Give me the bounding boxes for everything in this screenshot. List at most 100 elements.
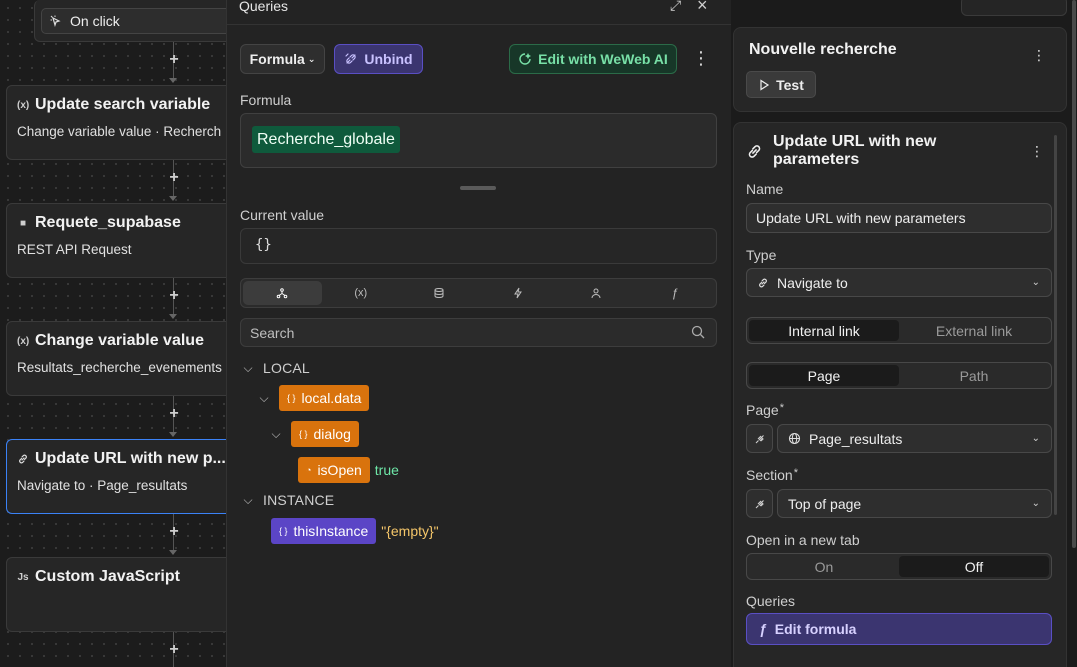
queries-label: Queries: [746, 593, 796, 609]
tree-section-local[interactable]: ⌵ LOCAL: [241, 360, 310, 376]
chevron-down-icon: ⌄: [307, 53, 316, 64]
option-off[interactable]: Off: [899, 556, 1049, 577]
top-card: [961, 0, 1067, 16]
variable-chip[interactable]: { } thisInstance: [271, 518, 377, 544]
plug-icon: [755, 499, 764, 508]
close-icon[interactable]: ×: [697, 0, 708, 16]
ai-sparkle-icon: [519, 53, 532, 65]
formula-editor[interactable]: Recherche_globale: [240, 113, 717, 168]
workflow-card-change-variable[interactable]: (x) Change variable value Resultats_reche…: [6, 321, 226, 396]
section-label: INSTANCE: [263, 492, 335, 508]
object-icon: { }: [279, 526, 288, 536]
section-label: Section*: [746, 467, 798, 483]
workflow-canvas[interactable]: On click + (x) Update search variable Cha…: [0, 0, 226, 667]
connector-arrow: [169, 78, 177, 83]
more-options-icon[interactable]: ⋮: [1032, 47, 1046, 64]
tree-node-local-data[interactable]: ⌵ { } local.data: [257, 385, 370, 411]
workflow-card-custom-js[interactable]: Js Custom JavaScript: [6, 557, 226, 632]
card-title: Update URL with new p...: [35, 450, 226, 467]
trigger-on-click[interactable]: On click: [41, 8, 226, 34]
bind-formula-button[interactable]: [746, 489, 773, 518]
page-select[interactable]: Page_resultats ⌄: [777, 424, 1052, 453]
tab-page[interactable]: Page: [749, 365, 899, 386]
current-value-display: {}: [240, 228, 717, 264]
action-settings-card: Update URL with new parameters ⋮ Name Up…: [733, 122, 1067, 667]
lightning-icon[interactable]: [479, 281, 558, 305]
workflow-card-update-search[interactable]: (x) Update search variable Change variabl…: [6, 85, 226, 160]
section-select[interactable]: Top of page ⌄: [777, 489, 1052, 518]
formula-variable-chip[interactable]: Recherche_globale: [252, 126, 400, 153]
trigger-card[interactable]: On click: [34, 0, 226, 42]
more-options-icon[interactable]: ⋮: [692, 48, 710, 68]
add-step-button[interactable]: +: [166, 52, 182, 68]
panel-scrollbar[interactable]: [1054, 135, 1057, 515]
globe-icon: [788, 432, 801, 445]
boolean-icon: ◔: [306, 465, 312, 475]
tab-path[interactable]: Path: [899, 365, 1049, 386]
explorer-search: [240, 318, 717, 347]
ai-label: Edit with WeWeb AI: [538, 51, 668, 67]
type-select[interactable]: Navigate to ⌄: [746, 268, 1052, 297]
new-tab-toggle: On Off: [746, 553, 1052, 580]
object-icon: { }: [287, 393, 296, 403]
tree-section-instance[interactable]: ⌵ INSTANCE: [241, 492, 334, 508]
expand-icon[interactable]: ⤢: [670, 0, 681, 14]
link-icon: [19, 454, 27, 464]
database-icon[interactable]: [400, 281, 479, 305]
section-value: Top of page: [788, 495, 862, 512]
card-title: Update search variable: [35, 96, 211, 113]
search-input[interactable]: [241, 319, 681, 346]
window-scrollbar[interactable]: [1072, 0, 1076, 548]
card-title: Requete_supabase: [35, 214, 181, 231]
chevron-down-icon: ⌄: [1031, 433, 1040, 444]
tree-icon[interactable]: [243, 281, 322, 305]
edit-formula-button[interactable]: ƒ Edit formula: [746, 613, 1052, 645]
plug-icon: [755, 434, 764, 443]
add-step-button[interactable]: +: [166, 288, 182, 304]
formula-mode-label: Formula: [249, 51, 305, 67]
variable-chip[interactable]: { } local.data: [279, 385, 370, 411]
name-label: Name: [746, 181, 784, 197]
chevron-down-icon: ⌄: [1031, 277, 1040, 288]
tree-node-this-instance[interactable]: { } thisInstance "{empty}": [271, 518, 439, 544]
type-label: Type: [746, 247, 777, 263]
user-icon[interactable]: [557, 281, 636, 305]
add-step-button[interactable]: +: [166, 642, 182, 658]
test-button[interactable]: Test: [746, 71, 816, 98]
formula-mode-dropdown[interactable]: Formula ⌄: [240, 44, 325, 74]
resize-handle[interactable]: [460, 186, 496, 190]
card-subtitle: Change variable value · Recherch: [17, 124, 222, 139]
more-options-icon[interactable]: ⋮: [1030, 143, 1044, 160]
workflow-card-update-url[interactable]: Update URL with new p... Navigate to · P…: [6, 439, 226, 514]
section-label: LOCAL: [263, 360, 310, 376]
option-on[interactable]: On: [749, 556, 899, 577]
tree-node-dialog[interactable]: ⌵ { } dialog: [269, 421, 359, 447]
name-field[interactable]: Update URL with new parameters: [746, 203, 1052, 233]
add-step-button[interactable]: +: [166, 406, 182, 422]
variable-icon[interactable]: (x): [322, 281, 401, 305]
trigger-label: On click: [70, 13, 120, 29]
page-mode-toggle: Page Path: [746, 362, 1052, 389]
variable-chip[interactable]: ◔ isOpen: [298, 457, 370, 483]
workflow-title: Nouvelle recherche: [749, 41, 897, 58]
function-icon[interactable]: ƒ: [636, 281, 715, 305]
new-tab-label: Open in a new tab: [746, 532, 860, 548]
add-step-button[interactable]: +: [166, 524, 182, 540]
bind-formula-button[interactable]: [746, 424, 773, 453]
tree-node-isopen[interactable]: ◔ isOpen true: [298, 457, 399, 483]
card-subtitle: Resultats_recherche_evenements: [17, 360, 222, 375]
connector-arrow: [169, 196, 177, 201]
link-icon: [748, 145, 761, 158]
add-step-button[interactable]: +: [166, 170, 182, 186]
tab-internal-link[interactable]: Internal link: [749, 320, 899, 341]
connector-arrow: [169, 550, 177, 555]
edit-formula-label: Edit formula: [774, 621, 857, 637]
workflow-card-requete-supabase[interactable]: ■ Requete_supabase REST API Request: [6, 203, 226, 278]
boolean-value: true: [374, 462, 399, 478]
chevron-down-icon: ⌵: [243, 492, 253, 507]
chevron-down-icon: ⌄: [1031, 498, 1040, 509]
variable-chip[interactable]: { } dialog: [291, 421, 359, 447]
tab-external-link[interactable]: External link: [899, 320, 1049, 341]
edit-with-ai-button[interactable]: Edit with WeWeb AI: [509, 44, 677, 74]
unbind-button[interactable]: Unbind: [334, 44, 423, 74]
